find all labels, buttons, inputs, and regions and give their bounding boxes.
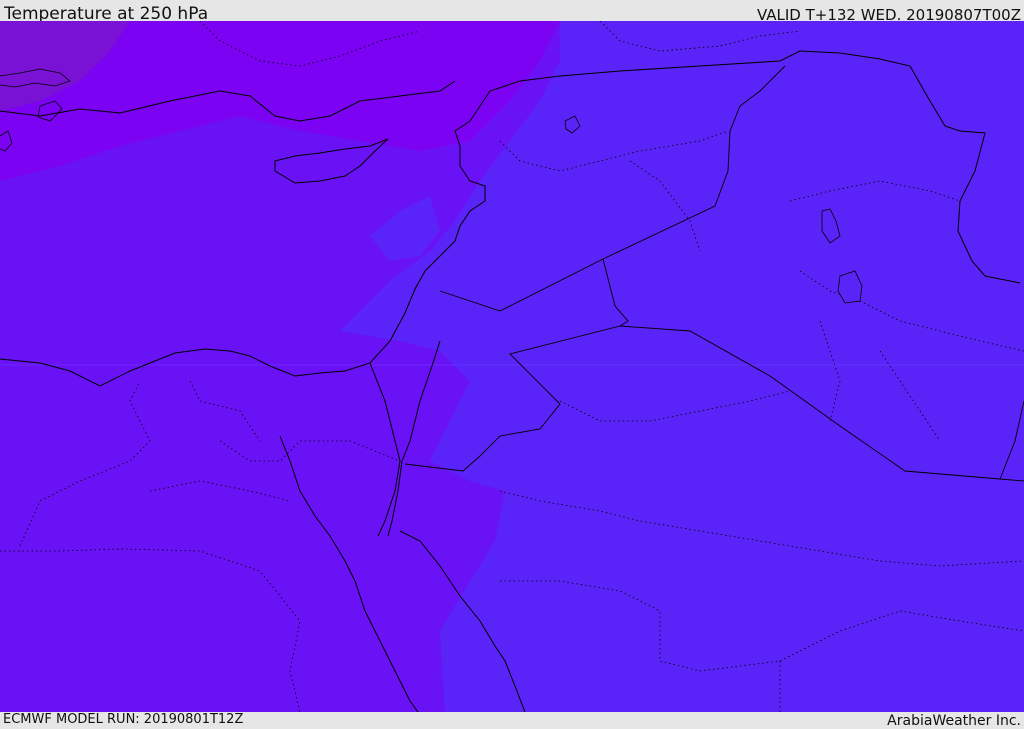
temperature-map	[0, 21, 1024, 712]
header-bar: Temperature at 250 hPa VALID T+132 WED. …	[0, 0, 1024, 24]
map-viewer: Temperature at 250 hPa VALID T+132 WED. …	[0, 0, 1024, 729]
model-run-label: ECMWF MODEL RUN: 20190801T12Z	[3, 712, 244, 727]
credit-label: ArabiaWeather Inc.	[887, 713, 1021, 729]
footer-bar: ECMWF MODEL RUN: 20190801T12Z ArabiaWeat…	[0, 712, 1024, 729]
